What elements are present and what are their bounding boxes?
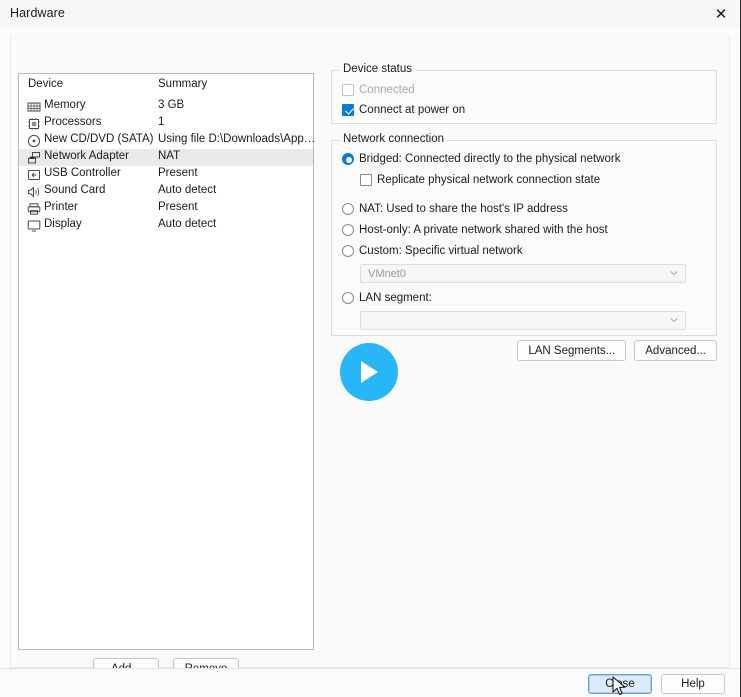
footer-buttons: Close Help [588,674,725,694]
device-list-header: Device Summary [19,74,313,96]
radio-custom-label: Custom: Specific virtual network [359,245,523,257]
replicate-state-checkbox[interactable] [360,174,372,186]
device-row-sound-card[interactable]: Sound Card Auto detect [19,183,313,200]
device-row-new-cd-dvd-sata[interactable]: New CD/DVD (SATA) Using file D:\Downloads… [19,132,316,149]
custom-network-dropdown[interactable]: VMnet0 [360,264,686,283]
device-row-name: Sound Card [44,184,106,196]
cpu-icon [28,118,40,130]
play-triangle-icon [361,361,378,383]
connect-at-power-on-row[interactable]: Connect at power on [342,101,465,119]
memory-icon [27,102,41,112]
device-row-summary: Using file D:\Downloads\App… [158,133,316,145]
device-status-group: Device status Connected Connect at power… [331,63,717,124]
printer-icon [27,203,41,215]
device-row-summary: Present [158,167,198,179]
memory-icon [27,100,41,113]
network-connection-title: Network connection [340,133,447,145]
radio-host-only-row[interactable]: Host-only: A private network shared with… [342,221,608,239]
device-row-processors[interactable]: Processors 1 [19,115,313,132]
disc-icon [27,134,41,148]
device-row-summary: NAT [158,150,181,162]
printer-icon [27,202,41,215]
window-title: Hardware [10,6,65,20]
network-actions: LAN Segments... Advanced... [517,340,717,361]
cpu-icon [27,117,41,130]
column-header-summary: Summary [158,78,208,90]
play-icon[interactable] [340,343,398,401]
radio-host-only[interactable] [342,224,354,236]
radio-bridged[interactable] [342,153,354,165]
device-row-name: New CD/DVD (SATA) [44,133,154,145]
device-status-title: Device status [340,63,416,75]
chevron-down-icon [670,318,678,323]
network-connection-group: Network connection Bridged: Connected di… [331,133,717,336]
usb-icon [27,168,41,181]
custom-network-value: VMnet0 [368,267,406,280]
radio-host-only-label: Host-only: A private network shared with… [359,224,608,236]
disc-icon [27,134,41,148]
device-row-name: Memory [44,99,86,111]
radio-custom-row[interactable]: Custom: Specific virtual network [342,242,523,260]
radio-bridged-row[interactable]: Bridged: Connected directly to the physi… [342,150,620,168]
device-row-name: Processors [44,116,102,128]
device-row-display[interactable]: Display Auto detect [19,217,313,234]
radio-bridged-label: Bridged: Connected directly to the physi… [359,153,621,165]
lan-segment-dropdown[interactable] [360,311,686,330]
device-row-summary: Present [158,201,198,213]
connected-checkbox-row[interactable]: Connected [342,81,415,99]
device-list-rows: Memory 3 GB Processors 1 New CD/DVD (SATA) Us… [19,98,316,234]
device-row-usb-controller[interactable]: USB Controller Present [19,166,313,183]
network-icon [27,151,41,164]
help-button[interactable]: Help [661,674,725,694]
connect-at-power-on-label: Connect at power on [359,104,466,116]
device-list[interactable]: Device Summary Memory 3 GB Processors 1 New … [18,73,316,650]
settings-column: Device status Connected Connect at power… [331,63,717,361]
speaker-icon [27,185,41,198]
device-row-memory[interactable]: Memory 3 GB [19,98,313,115]
device-row-name: USB Controller [44,167,121,179]
title-bar: Hardware ✕ [0,0,740,28]
radio-nat-label: NAT: Used to share the host's IP address [359,203,568,215]
device-row-summary: Auto detect [158,184,217,196]
chevron-down-icon [670,271,678,276]
hardware-dialog: Hardware ✕ Device Summary Memory 3 GB Proc… [0,0,741,697]
radio-lan-segment-row[interactable]: LAN segment: [342,289,432,307]
display-icon [27,219,41,232]
radio-custom[interactable] [342,245,354,257]
advanced-button[interactable]: Advanced... [634,340,717,361]
replicate-state-label: Replicate physical network connection st… [377,174,601,186]
display-icon [27,220,41,232]
radio-nat-row[interactable]: NAT: Used to share the host's IP address [342,200,568,218]
network-icon [28,152,40,164]
lan-segments-button[interactable]: LAN Segments... [517,340,627,361]
dialog-footer: Close Help [0,668,740,697]
speaker-icon [28,186,40,198]
device-row-name: Printer [44,201,78,213]
close-icon[interactable]: ✕ [709,3,733,25]
close-button[interactable]: Close [588,674,652,694]
radio-lan-segment[interactable] [342,292,354,304]
device-row-printer[interactable]: Printer Present [19,200,313,217]
column-header-device: Device [28,78,64,90]
device-row-summary: 3 GB [158,99,185,111]
usb-icon [28,170,40,180]
device-row-summary: Auto detect [158,218,217,230]
radio-nat[interactable] [342,203,354,215]
device-row-network-adapter[interactable]: Network Adapter NAT [19,149,313,166]
replicate-state-row[interactable]: Replicate physical network connection st… [360,171,600,189]
device-row-name: Network Adapter [44,150,130,162]
connected-checkbox[interactable] [342,84,354,96]
radio-lan-segment-label: LAN segment: [359,292,432,304]
device-row-name: Display [44,218,82,230]
connect-at-power-on-checkbox[interactable] [342,104,354,116]
connected-label: Connected [359,84,415,96]
device-row-summary: 1 [158,116,165,128]
